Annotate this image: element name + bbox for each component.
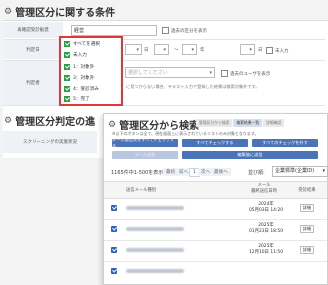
search-results-panel: ⚙ 管理区分から検索 管理区分から検索 検索結果一覧 詳細確認 ※以下のボタンは…	[103, 113, 328, 285]
tab-search[interactable]: 管理区分から検索	[196, 119, 233, 127]
row-checkbox[interactable]	[111, 226, 117, 232]
mail-all-button[interactable]: メール送信先をすべてチェックする	[112, 137, 178, 148]
row-checkbox[interactable]	[111, 268, 117, 274]
checkbox-icon	[64, 86, 70, 92]
page-last[interactable]: 最後へ	[211, 168, 231, 176]
label-judge: 判定者	[3, 61, 63, 105]
judge-select[interactable]: 選択してください ▾	[125, 67, 215, 78]
section-title-judgement: ⚙ 管理区分判定の進	[4, 115, 96, 129]
section-title-search: ⚙ 管理区分から検索	[108, 119, 200, 133]
detail-button[interactable]: 詳細	[300, 246, 314, 254]
tab-detail[interactable]: 詳細確認	[263, 119, 285, 127]
breadcrumb-tabs: 管理区分から検索 検索結果一覧 詳細確認	[196, 119, 285, 127]
end-month-select[interactable]: ▾	[154, 44, 169, 55]
dropdown-item-5[interactable]: 5：完了	[64, 96, 90, 102]
past-users-checkbox[interactable]: 過去のユーザを表示	[221, 70, 270, 77]
uncheck-all-button[interactable]: すべてのチェックを外す	[252, 139, 318, 147]
checkbox-icon	[64, 41, 70, 47]
past-category-checkbox[interactable]: 過去の区分を表示	[162, 27, 207, 34]
dropdown-item-unentered[interactable]: 未入力	[64, 52, 87, 58]
check-all-button[interactable]: すべてチェックする	[182, 139, 248, 147]
table-row: 2024年 05月03日 14:20 詳細	[104, 198, 327, 220]
row-checkbox[interactable]	[111, 247, 117, 253]
sort-select[interactable]: 企業標準(企業ID) ▾	[272, 166, 328, 177]
edit-send-button[interactable]: 編集後に送信	[182, 151, 318, 159]
checkbox-icon	[64, 64, 70, 70]
dropdown-item-select-all[interactable]: すべてを選択	[64, 41, 100, 47]
result-count: 1165件中1-500を表示	[111, 170, 164, 176]
table-header: 送信メール種別 メール 最終送信日時 受診結果	[104, 181, 327, 199]
row-checkbox[interactable]	[111, 205, 117, 211]
status-dropdown[interactable]: すべてを選択 未入力 1：対象外 3：対象外 4：受診済み 5：完了	[59, 36, 123, 106]
checkbox-icon	[64, 52, 70, 58]
checkbox-icon	[64, 96, 70, 102]
label-recheck: 再確認受診勧奨	[3, 22, 63, 38]
table-row: 2025年 01月23日 18:50 詳細	[104, 219, 327, 241]
gear-icon: ⚙	[4, 115, 13, 126]
gear-icon: ⚙	[4, 6, 13, 17]
detail-button[interactable]: 詳細	[300, 204, 314, 212]
gear-icon: ⚙	[108, 119, 117, 130]
dropdown-item-4[interactable]: 4：受診済み	[64, 86, 99, 92]
start-day-select[interactable]: ▾	[125, 44, 142, 55]
recheck-input[interactable]: 経営	[71, 25, 157, 36]
dropdown-item-3[interactable]: 3：対象外	[64, 75, 94, 81]
dropdown-item-1[interactable]: 1：対象外	[64, 64, 94, 70]
checkbox-icon	[64, 75, 70, 81]
unentered-checkbox[interactable]: 未入力	[266, 47, 289, 54]
sort-label: 並び順:	[248, 170, 265, 176]
label-screening: スクリーニングの実施状況	[3, 131, 97, 153]
end-year-select[interactable]: ▾	[182, 44, 197, 55]
detail-button[interactable]: 詳細	[300, 225, 314, 233]
tab-results[interactable]: 検索結果一覧	[233, 119, 263, 127]
table-row: 2025年 12月10日 11:50 詳細	[104, 240, 327, 262]
table-row	[104, 261, 327, 282]
section-title-conditions: ⚙ 管理区分に関する条件	[4, 6, 116, 20]
mail-send-button[interactable]: メール送信	[112, 151, 178, 159]
end-day-select[interactable]: ▾	[240, 44, 255, 55]
label-judgement-date: 判定日	[3, 40, 63, 59]
